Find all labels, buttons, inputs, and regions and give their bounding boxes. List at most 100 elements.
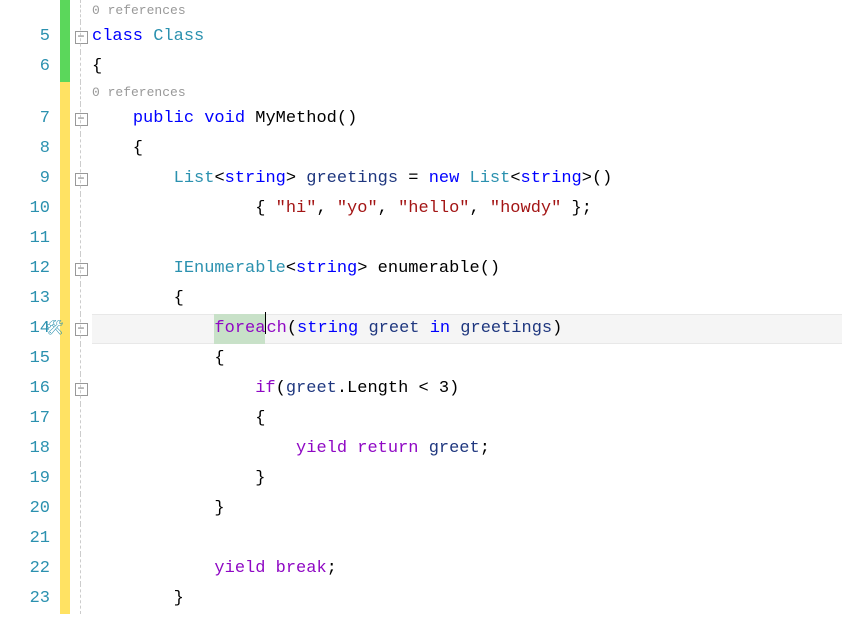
change-marker: [60, 464, 70, 494]
fold-toggle[interactable]: −: [75, 383, 88, 396]
code-line[interactable]: foreach(string greet in greetings): [92, 314, 842, 344]
code-content[interactable]: 0 referencesclass Class{ 0 references pu…: [92, 0, 842, 631]
line-number: 5: [0, 22, 50, 52]
codelens-references[interactable]: 0 references: [92, 82, 842, 104]
code-line[interactable]: {: [92, 284, 842, 314]
code-token: string: [521, 164, 582, 194]
code-line[interactable]: IEnumerable<string> enumerable(): [92, 254, 842, 284]
fold-toggle[interactable]: −: [75, 31, 88, 44]
change-marker: [60, 344, 70, 374]
change-marker: [60, 22, 70, 52]
code-token: [418, 434, 428, 464]
code-line[interactable]: {: [92, 52, 842, 82]
code-line[interactable]: {: [92, 344, 842, 374]
code-token: ,: [378, 194, 398, 224]
line-number: 7: [0, 104, 50, 134]
code-line[interactable]: }: [92, 464, 842, 494]
code-line[interactable]: }: [92, 584, 842, 614]
line-number: 10: [0, 194, 50, 224]
code-line[interactable]: class Class: [92, 22, 842, 52]
line-number: 22: [0, 554, 50, 584]
code-token: forea: [214, 314, 265, 344]
fold-toggle[interactable]: −: [75, 323, 88, 336]
line-number: 19: [0, 464, 50, 494]
code-line[interactable]: }: [92, 494, 842, 524]
code-token: break: [276, 554, 327, 584]
line-number: 8: [0, 134, 50, 164]
code-token: [194, 104, 204, 134]
change-marker: [60, 254, 70, 284]
change-marker: [60, 434, 70, 464]
code-token: void: [204, 104, 245, 134]
line-number: 11: [0, 224, 50, 254]
change-marker: [60, 494, 70, 524]
line-number: 9: [0, 164, 50, 194]
fold-toggle[interactable]: −: [75, 113, 88, 126]
code-line[interactable]: [92, 224, 842, 254]
code-token: new: [429, 164, 460, 194]
change-marker: [60, 404, 70, 434]
line-number: 12: [0, 254, 50, 284]
code-token: MyMethod(): [255, 104, 357, 134]
line-number: 14🛠: [0, 314, 50, 344]
code-token: {: [92, 194, 276, 224]
code-token: >: [286, 164, 306, 194]
code-token: string: [225, 164, 286, 194]
change-marker: [60, 584, 70, 614]
code-token: [92, 104, 133, 134]
code-token: greet: [286, 374, 337, 404]
line-number: 6: [0, 52, 50, 82]
code-token: "howdy": [490, 194, 561, 224]
code-token: string: [296, 254, 357, 284]
fold-gutter[interactable]: − − − − − −: [70, 0, 92, 631]
line-number: 17: [0, 404, 50, 434]
code-token: [245, 104, 255, 134]
code-line[interactable]: {: [92, 404, 842, 434]
code-token: {: [92, 404, 265, 434]
code-token: >: [357, 254, 377, 284]
line-number-gutter: 567891011121314🛠151617181920212223: [0, 0, 60, 631]
code-token: [419, 314, 429, 344]
code-line[interactable]: { "hi", "yo", "hello", "howdy" };: [92, 194, 842, 224]
code-line[interactable]: yield break;: [92, 554, 842, 584]
change-marker: [60, 194, 70, 224]
code-line[interactable]: List<string> greetings = new List<string…: [92, 164, 842, 194]
code-token: [92, 554, 214, 584]
fold-toggle[interactable]: −: [75, 173, 88, 186]
code-line[interactable]: [92, 524, 842, 554]
code-line[interactable]: if(greet.Length < 3): [92, 374, 842, 404]
code-line[interactable]: yield return greet;: [92, 434, 842, 464]
code-line[interactable]: {: [92, 134, 842, 164]
code-token: return: [357, 434, 418, 464]
line-number: 15: [0, 344, 50, 374]
code-token: greet: [368, 314, 419, 344]
text-cursor: [265, 312, 266, 334]
code-token: };: [561, 194, 592, 224]
code-token: yield: [296, 434, 347, 464]
code-token: yield: [214, 554, 265, 584]
code-token: =: [398, 164, 429, 194]
change-marker: [60, 104, 70, 134]
code-token: enumerable(): [378, 254, 500, 284]
change-marker: [60, 374, 70, 404]
code-token: greetings: [460, 314, 552, 344]
code-token: greet: [429, 434, 480, 464]
code-token: <: [214, 164, 224, 194]
code-editor[interactable]: 567891011121314🛠151617181920212223 −−−−−…: [0, 0, 842, 631]
code-token: IEnumerable: [174, 254, 286, 284]
line-number: 18: [0, 434, 50, 464]
line-number: 20: [0, 494, 50, 524]
code-token: [92, 374, 255, 404]
fold-toggle[interactable]: −: [75, 263, 88, 276]
code-token: [92, 434, 296, 464]
lightbulb-icon[interactable]: 🛠: [46, 314, 64, 344]
code-token: ,: [470, 194, 490, 224]
code-token: if: [255, 374, 275, 404]
code-token: [450, 314, 460, 344]
code-line[interactable]: public void MyMethod(): [92, 104, 842, 134]
code-token: greetings: [306, 164, 398, 194]
code-token: "hi": [276, 194, 317, 224]
codelens-references[interactable]: 0 references: [92, 0, 842, 22]
code-token: ,: [316, 194, 336, 224]
line-number: 23: [0, 584, 50, 614]
